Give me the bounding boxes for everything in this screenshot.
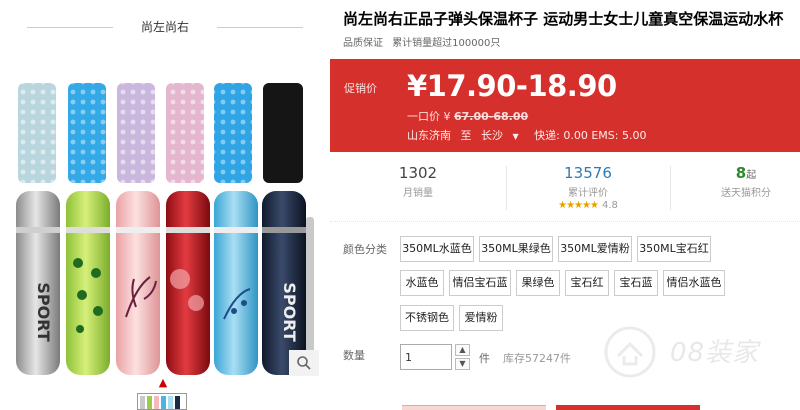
original-price-prefix: 一口价 ¥ xyxy=(407,110,451,123)
star-icons: ★★★★★ xyxy=(558,200,599,211)
stat-reviews[interactable]: 13576 累计评价 ★★★★★ 4.8 xyxy=(510,164,666,211)
magnifier-icon[interactable] xyxy=(289,350,319,376)
shop-header: 尚左尚右 xyxy=(0,0,330,50)
option-chip[interactable]: 水蓝色 xyxy=(400,270,444,296)
points-unit: 起 xyxy=(746,170,757,181)
chevron-up-icon[interactable]: ▲ xyxy=(155,377,171,389)
stock-count: 库存57247件 xyxy=(503,352,571,365)
reviews-label: 累计评价 xyxy=(568,188,608,199)
promo-price: ¥17.90-18.90 xyxy=(407,69,617,103)
rating: ★★★★★ 4.8 xyxy=(510,200,666,211)
triangle-up-icon[interactable]: ▲ xyxy=(455,344,470,356)
quantity-label: 数量 xyxy=(343,349,365,362)
option-chip[interactable]: 350ML水蓝色 xyxy=(400,236,474,262)
option-chip[interactable]: 不锈钢色 xyxy=(400,305,454,331)
monthly-sales-value: 1302 xyxy=(398,164,438,182)
option-chip[interactable]: 350ML宝石红 xyxy=(637,236,711,262)
option-chip[interactable]: 宝石红 xyxy=(565,270,609,296)
ship-fee: 快递: 0.00 EMS: 5.00 xyxy=(534,129,647,142)
option-chip[interactable]: 350ML爱情粉 xyxy=(558,236,632,262)
badge-quality: 品质保证 xyxy=(343,38,383,49)
shipping-info: 山东济南 至 长沙 ▼ 快递: 0.00 EMS: 5.00 xyxy=(407,127,652,143)
original-price-value: 67.00-68.00 xyxy=(454,110,529,123)
divider xyxy=(506,166,507,210)
badge-sales: 累计销量超过100000只 xyxy=(392,38,501,49)
monthly-sales-label: 月销量 xyxy=(403,188,433,199)
option-chip[interactable]: 爱情粉 xyxy=(459,305,503,331)
svg-text:SPORT: SPORT xyxy=(280,282,299,341)
chevron-down-icon: ▼ xyxy=(512,132,519,141)
original-price: 一口价 ¥ 67.00-68.00 xyxy=(407,108,528,124)
color-options-label: 颜色分类 xyxy=(343,243,387,256)
shop-name[interactable]: 尚左尚右 xyxy=(113,18,217,35)
bottle-row: SPORT SPORT xyxy=(16,191,314,375)
divider xyxy=(217,27,303,28)
quantity-input[interactable] xyxy=(400,344,452,370)
ship-dest-select[interactable]: 长沙 ▼ xyxy=(481,127,525,143)
product-title: 尚左尚右正品子弹头保温杯子 运动男士女士儿童真空保温运动水杯 xyxy=(343,10,784,28)
reviews-value: 13576 xyxy=(564,164,612,182)
buy-now-button[interactable] xyxy=(402,405,546,410)
triangle-down-icon[interactable]: ▼ xyxy=(455,358,470,370)
ship-from: 山东济南 xyxy=(407,129,451,142)
quantity-unit: 件 xyxy=(479,352,490,365)
product-page: 尚左尚右 SPORT SPORT ▲ 尚左尚右正品子弹头保温杯子 运动男士女士儿… xyxy=(0,0,800,410)
option-chip[interactable]: 情侣水蓝色 xyxy=(663,270,725,296)
promo-price-label: 促销价 xyxy=(344,82,377,95)
points-value: 8 xyxy=(735,164,747,182)
rating-value: 4.8 xyxy=(601,200,618,211)
price-panel: 促销价 ¥17.90-18.90 一口价 ¥ 67.00-68.00 山东济南 … xyxy=(330,59,800,152)
stat-points: 8起 送天猫积分 xyxy=(668,164,800,199)
svg-text:SPORT: SPORT xyxy=(34,282,53,341)
option-chip[interactable]: 情侣宝石蓝 xyxy=(449,270,511,296)
points-label: 送天猫积分 xyxy=(721,188,771,199)
option-chip[interactable]: 宝石蓝 xyxy=(614,270,658,296)
divider xyxy=(27,27,113,28)
option-chip[interactable]: 果绿色 xyxy=(516,270,560,296)
thumbnail[interactable] xyxy=(137,393,187,410)
watermark-text: 08装家 xyxy=(670,338,760,368)
option-chip[interactable]: 350ML果绿色 xyxy=(479,236,553,262)
sales-stats: 1302 月销量 13576 累计评价 ★★★★★ 4.8 8起 送天猫积分 xyxy=(330,152,800,222)
add-to-cart-button[interactable] xyxy=(556,405,700,410)
sleeve-row xyxy=(18,83,303,183)
product-image: SPORT SPORT xyxy=(16,83,314,375)
ship-to-word: 至 xyxy=(460,129,472,142)
stat-monthly-sales: 1302 月销量 xyxy=(340,164,496,199)
ship-dest: 长沙 xyxy=(481,129,503,142)
product-photo[interactable]: SPORT SPORT xyxy=(8,67,320,375)
product-badges: 品质保证 累计销量超过100000只 xyxy=(343,34,506,49)
